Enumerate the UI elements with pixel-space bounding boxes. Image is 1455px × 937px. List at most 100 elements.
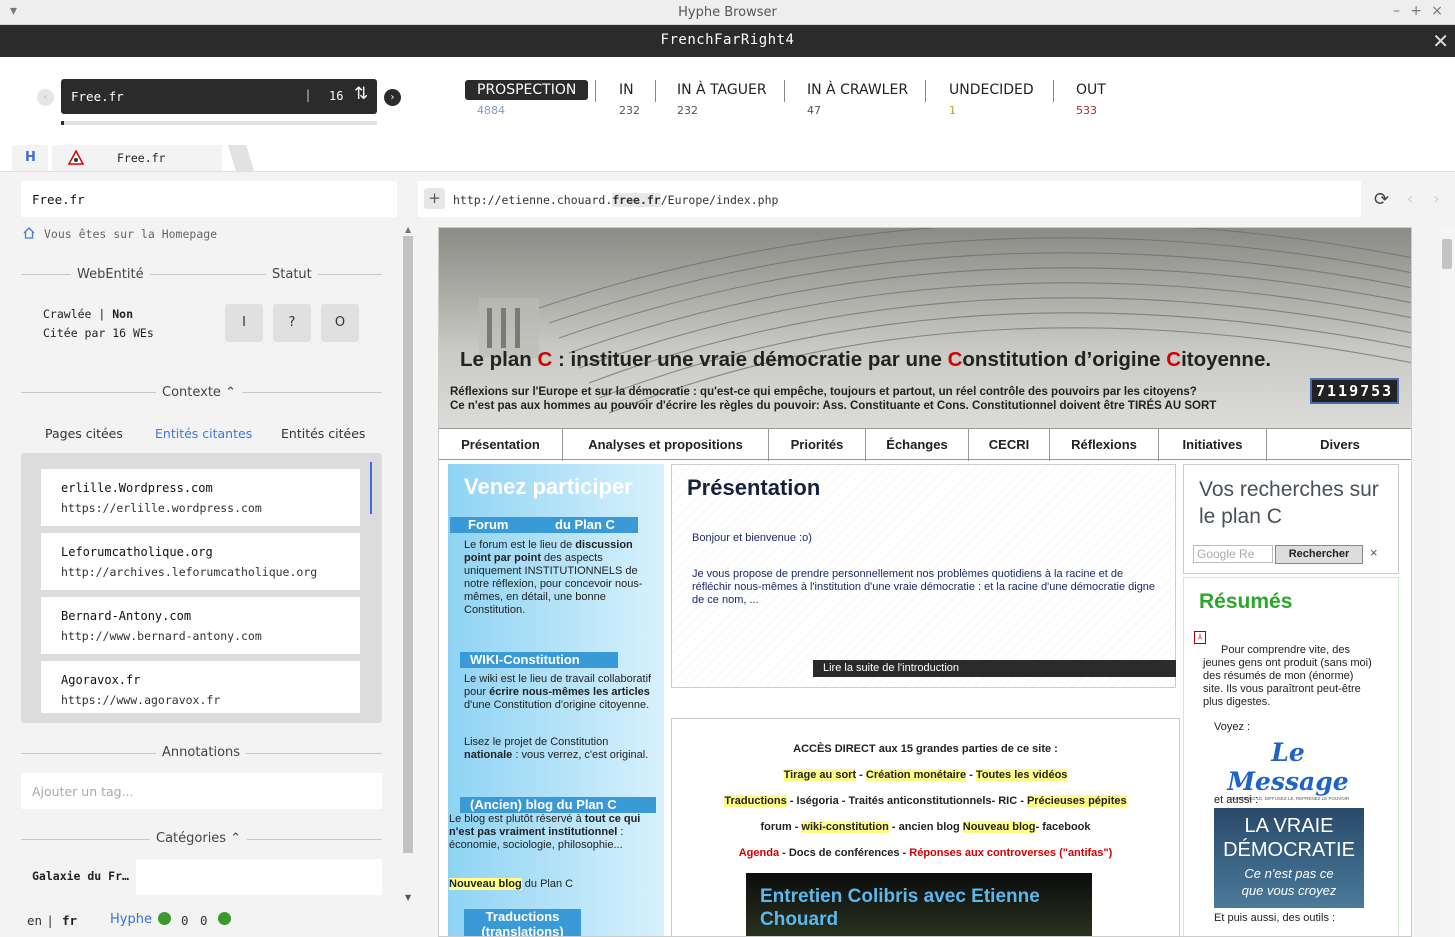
google-search-input[interactable]: Google Re — [1193, 545, 1273, 563]
search-input[interactable]: Free.fr — [71, 89, 124, 104]
nav-priorites[interactable]: Priorités — [769, 429, 866, 461]
maximize-icon[interactable]: + — [1410, 3, 1422, 19]
status-tab-out[interactable]: OUT 533 — [1064, 80, 1118, 117]
forum-heading[interactable]: Forum du Plan C — [450, 517, 638, 533]
nav-cecri[interactable]: CECRI — [969, 429, 1050, 461]
tab-entites-citantes[interactable]: Entités citantes — [155, 426, 252, 441]
add-page-icon[interactable]: + — [424, 188, 445, 209]
tab-entites-citees[interactable]: Entités citées — [281, 426, 365, 441]
nav-analyses[interactable]: Analyses et propositions — [563, 429, 769, 461]
contexte-toggle[interactable]: Contexte ⌃ — [156, 385, 242, 400]
site-search-button[interactable]: Rechercher — [1275, 545, 1363, 564]
list-item[interactable]: Agoravox.fr https://www.agoravox.fr — [41, 661, 360, 713]
sort-icon[interactable]: ⇅ — [354, 84, 368, 104]
tab-site[interactable]: Free.fr — [52, 145, 222, 171]
category-input[interactable] — [136, 859, 382, 895]
chevron-up-icon: ⌃ — [225, 385, 236, 400]
status-tab-prospection[interactable]: PROSPECTION 4884 — [465, 80, 589, 117]
search-box-site: Vos recherches sur le plan C Google Re R… — [1183, 464, 1399, 574]
link-traductions[interactable]: Traductions — [724, 795, 787, 807]
homepage-note: Vous êtes sur la Homepage — [44, 227, 218, 241]
list-item[interactable]: erlille.Wordpress.com https://erlille.wo… — [41, 469, 360, 526]
search-progress-fill — [61, 121, 64, 125]
link-videos[interactable]: Toutes les vidéos — [975, 769, 1068, 781]
wiki-heading[interactable]: WIKI-Constitution — [460, 652, 618, 668]
tab-home-label: H — [25, 150, 36, 165]
categories-toggle[interactable]: Catégories ⌃ — [150, 831, 248, 846]
minimize-icon[interactable]: – — [1393, 3, 1400, 19]
hyphe-link[interactable]: Hyphe — [110, 912, 152, 927]
entity-item-name: Agoravox.fr — [61, 673, 141, 687]
nav-divers[interactable]: Divers — [1267, 429, 1411, 461]
address-bar[interactable]: + http://etienne.chouard.free.fr/Europe/… — [418, 181, 1361, 217]
reload-icon[interactable]: ⟳ — [1374, 189, 1389, 210]
nav-echanges[interactable]: Échanges — [866, 429, 969, 461]
link-tirage[interactable]: Tirage au sort — [783, 769, 857, 781]
next-result-icon[interactable]: › — [384, 89, 401, 106]
url-text[interactable]: http://etienne.chouard.free.fr/Europe/in… — [453, 193, 778, 207]
left-panel: Free.fr Vous êtes sur la Homepage WebEnt… — [0, 172, 416, 937]
list-item[interactable]: Leforumcatholique.org http://archives.le… — [41, 533, 360, 590]
close-window-icon[interactable]: × — [1431, 3, 1443, 19]
blog-text: Le blog est plutôt réservé à tout ce qui… — [449, 813, 641, 851]
read-more-link[interactable]: Lire la suite de l'introduction — [813, 660, 1176, 677]
new-tab-button[interactable] — [228, 145, 254, 171]
entity-name-field[interactable]: Free.fr — [21, 181, 397, 217]
list-item[interactable]: Bernard-Antony.com http://www.bernard-an… — [41, 597, 360, 654]
nav-initiatives[interactable]: Initiatives — [1159, 429, 1267, 461]
corpus-bar: FrenchFarRight4 ✕ — [0, 25, 1455, 57]
tab-pages-citees[interactable]: Pages citées — [45, 426, 123, 441]
blog-heading[interactable]: (Ancien) blog du Plan C — [460, 797, 656, 813]
link-pepites[interactable]: Précieuses pépites — [1026, 795, 1127, 807]
resumes-title: Résumés — [1199, 590, 1293, 613]
site-nav: Présentation Analyses et propositions Pr… — [439, 428, 1411, 461]
video-thumbnail[interactable]: Entretien Colibris avec Etienne Chouard — [746, 873, 1092, 936]
prev-result-icon[interactable]: ‹ — [37, 89, 54, 106]
participate-column: Venez participer Forum du Plan C Le forum… — [448, 464, 664, 936]
status-out-button[interactable]: O — [321, 304, 359, 342]
clear-search-icon[interactable]: × — [1370, 545, 1378, 560]
lang-en[interactable]: en — [27, 913, 42, 928]
close-corpus-icon[interactable]: ✕ — [1432, 29, 1449, 53]
scroll-down-icon[interactable]: ▼ — [405, 893, 411, 902]
translations-button[interactable]: Traductions (translations) — [464, 909, 581, 936]
tab-home[interactable]: H — [12, 145, 48, 171]
tag-input-placeholder: Ajouter un tag... — [32, 784, 134, 799]
link-creation[interactable]: Création monétaire — [865, 769, 967, 781]
status-separator — [655, 80, 656, 102]
forward-icon[interactable]: › — [1433, 189, 1439, 208]
tag-input[interactable]: Ajouter un tag... — [21, 773, 382, 809]
vraie-democratie-image[interactable]: LA VRAIE DÉMOCRATIE Ce n'est pas ce que … — [1214, 808, 1364, 908]
page-scroll-thumb[interactable] — [1442, 239, 1452, 269]
url-domain: free.fr — [612, 193, 661, 207]
pdf-icon[interactable]: ⅄ — [1194, 631, 1206, 644]
status-tab-label: OUT — [1076, 82, 1106, 98]
link-controverses[interactable]: Réponses aux controverses ("antifas") — [909, 847, 1112, 859]
lang-fr[interactable]: fr — [62, 913, 77, 928]
status-tab-in[interactable]: IN 232 — [607, 80, 646, 117]
nav-presentation[interactable]: Présentation — [439, 429, 563, 461]
scroll-up-icon[interactable]: ▲ — [405, 225, 411, 234]
status-in-button[interactable]: I — [225, 304, 263, 342]
link-new-blog[interactable]: Nouveau blog — [962, 821, 1036, 833]
link-wiki[interactable]: wiki-constitution — [801, 821, 889, 833]
wiki-text: Le wiki est le lieu de travail collabora… — [464, 673, 652, 711]
new-blog-link[interactable]: Nouveau blog du Plan C — [449, 878, 573, 890]
status-tab-in-a-crawler[interactable]: IN À CRAWLER 47 — [795, 80, 920, 117]
status-tab-in-a-taguer[interactable]: IN À TAGUER 232 — [665, 80, 779, 117]
status-dot-icon — [218, 912, 231, 925]
entity-item-url: https://erlille.wordpress.com — [61, 501, 262, 515]
webentity-search-box[interactable]: Free.fr | 16 ⇅ — [61, 79, 377, 114]
nav-reflexions[interactable]: Réflexions — [1050, 429, 1159, 461]
page-scrollbar[interactable] — [1439, 227, 1455, 937]
status-tab-undecided[interactable]: UNDECIDED 1 — [937, 80, 1046, 117]
back-icon[interactable]: ‹ — [1407, 189, 1413, 208]
et-aussi-label: et aussi : — [1214, 794, 1259, 806]
link-agenda[interactable]: Agenda — [739, 847, 779, 859]
status-undecided-button[interactable]: ? — [273, 304, 311, 342]
list-scroll-thumb[interactable] — [370, 462, 372, 514]
statut-title: Statut — [266, 267, 318, 282]
left-scrollbar[interactable] — [403, 236, 413, 853]
le-message-logo[interactable]: Le Message COMPRENEZ LE, DIFFUSEZ LE, RE… — [1214, 738, 1362, 801]
annotations-title: Annotations — [156, 745, 247, 760]
